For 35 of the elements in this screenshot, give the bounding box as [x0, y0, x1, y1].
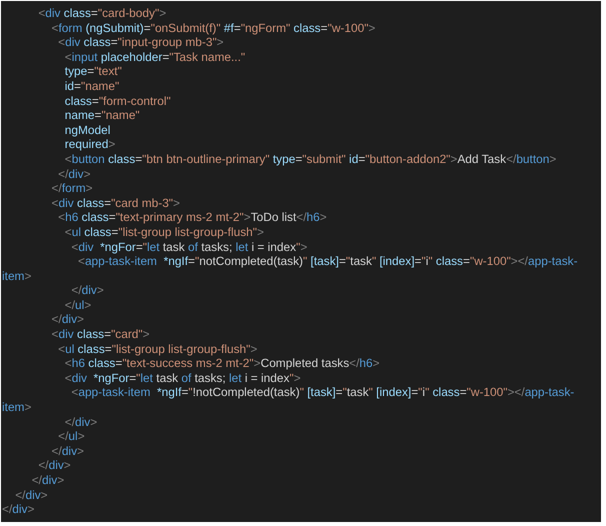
code-line: <div class="card"> [50, 327, 150, 342]
code-line: </div> [37, 458, 71, 473]
code-line: <form (ngSubmit)="onSubmit(f)" #f="ngForm" class="w-100"> [50, 20, 376, 36]
code-line: <h6 class="text-primary ms-2 mt-2">ToDo list</h6> [57, 210, 327, 225]
code-line: item> [2, 268, 32, 284]
code-line: </div> [64, 414, 98, 430]
code-line: </div> [57, 166, 91, 182]
code-line: </ul> [64, 298, 92, 312]
code-line: </div> [50, 312, 84, 328]
code-line: ngModel [64, 122, 110, 138]
code-line: item> [2, 400, 32, 415]
code-line: <div class="card mb-3"> [50, 196, 180, 210]
code-line: name="name" [64, 108, 140, 123]
code-line: </form> [50, 181, 93, 196]
code-line: type="text" [64, 64, 122, 79]
code-line: <input placeholder="Task name..." [64, 50, 246, 64]
code-line: required> [64, 137, 116, 152]
code-line: <div *ngFor="let task of tasks; let i = index"> [70, 240, 308, 254]
code-line: </ul> [57, 429, 85, 444]
code-line: <div class="card-body"> [37, 6, 166, 21]
code-line: <ul class="list-group list-group-flush"> [64, 224, 264, 240]
code-line: id="name" [64, 78, 120, 94]
code-line: <app-task-item *ngIf="notCompleted(task)" [task]="task" [index]="i" class="w-100"></app-task- [76, 254, 578, 269]
code-line: </div> [2, 502, 34, 517]
code-line: class="form-control" [64, 94, 171, 108]
code-line: </div> [70, 283, 104, 298]
code-line: <button class="btn btn-outline-primary" type="submit" id="button-addon2">Add Task</button> [64, 152, 556, 167]
code-line: </div> [50, 444, 84, 458]
code-line: <div class="input-group mb-3"> [57, 35, 224, 50]
code-line: <ul class="list-group list-group-flush"> [57, 342, 258, 356]
code-line: <div *ngFor="let task of tasks; let i = index"> [64, 370, 301, 386]
code-line: <h6 class="text-success ms-2 mt-2">Completed tasks</h6> [64, 356, 380, 371]
code-line: </div> [14, 488, 48, 502]
code-line: </div> [30, 473, 64, 488]
code-line: <app-task-item *ngIf="!notCompleted(task)" [task]="task" [index]="i" class="w-100"></app-task- [70, 385, 574, 400]
